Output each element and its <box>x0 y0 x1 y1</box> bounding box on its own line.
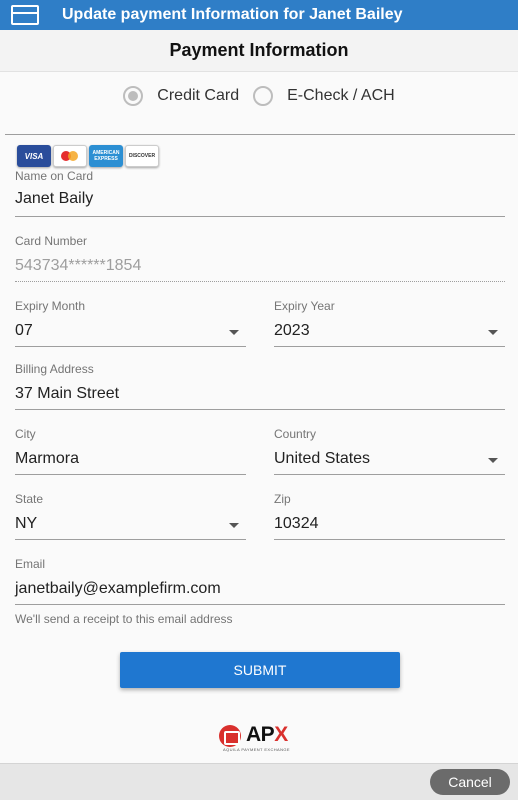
echeck-option[interactable]: E-Check / ACH <box>253 86 395 106</box>
title-bar: Update payment Information for Janet Bai… <box>0 0 518 30</box>
chevron-down-icon[interactable] <box>488 458 498 463</box>
email-label: Email <box>15 557 46 571</box>
card-number-field: Card Number 543734******1854 <box>15 234 505 282</box>
expiry-year-label: Expiry Year <box>274 299 335 313</box>
zip-field[interactable]: Zip 10324 <box>274 492 505 540</box>
zip-label: Zip <box>274 492 291 506</box>
country-select[interactable]: Country United States <box>274 427 505 475</box>
page-title: Payment Information <box>169 40 349 60</box>
email-field[interactable]: Email janetbaily@examplefirm.com <box>15 557 505 605</box>
echeck-radio[interactable] <box>253 86 274 106</box>
page-header: Payment Information <box>0 30 518 72</box>
submit-button[interactable]: SUBMIT <box>120 652 400 688</box>
country-value[interactable]: United States <box>274 450 505 472</box>
chevron-down-icon[interactable] <box>488 330 498 335</box>
discover-logo-icon: DISCOVER <box>125 145 159 167</box>
window-title: Update payment Information for Janet Bai… <box>62 6 403 23</box>
name-on-card-input[interactable]: Janet Baily <box>15 190 505 212</box>
credit-card-radio[interactable] <box>123 86 144 106</box>
expiry-month-select[interactable]: Expiry Month 07 <box>15 299 246 347</box>
apx-logo-tagline: AQUILA PAYMENT EXCHANGE <box>223 747 290 752</box>
payment-type-selector: Credit Card E-Check / ACH <box>0 86 518 106</box>
email-input[interactable]: janetbaily@examplefirm.com <box>15 580 505 602</box>
card-number-input: 543734******1854 <box>15 257 142 274</box>
apx-mark-icon <box>219 725 241 747</box>
state-label: State <box>15 492 44 506</box>
credit-card-option[interactable]: Credit Card <box>123 86 239 106</box>
email-hint: We'll send a receipt to this email addre… <box>15 612 233 626</box>
billing-address-field[interactable]: Billing Address 37 Main Street <box>15 362 505 410</box>
city-label: City <box>15 427 36 441</box>
city-input[interactable]: Marmora <box>15 450 246 472</box>
chevron-down-icon[interactable] <box>229 523 239 528</box>
name-on-card-field[interactable]: Name on Card Janet Baily <box>15 169 505 217</box>
expiry-month-label: Expiry Month <box>15 299 86 313</box>
divider <box>5 134 515 135</box>
billing-address-label: Billing Address <box>15 362 94 376</box>
accepted-cards: VISA AMERICAN EXPRESS DISCOVER <box>17 145 159 167</box>
state-value[interactable]: NY <box>15 515 246 537</box>
city-field[interactable]: City Marmora <box>15 427 246 475</box>
credit-card-label[interactable]: Credit Card <box>157 87 239 105</box>
zip-input[interactable]: 10324 <box>274 515 505 537</box>
footer-bar: Cancel <box>0 763 518 800</box>
cancel-button[interactable]: Cancel <box>430 769 510 795</box>
chevron-down-icon[interactable] <box>229 330 239 335</box>
mastercard-logo-icon <box>53 145 87 167</box>
card-number-label: Card Number <box>15 234 88 248</box>
expiry-year-select[interactable]: Expiry Year 2023 <box>274 299 505 347</box>
expiry-year-value[interactable]: 2023 <box>274 322 505 344</box>
name-on-card-label: Name on Card <box>15 169 94 183</box>
apx-logo: APX AQUILA PAYMENT EXCHANGE <box>219 723 301 753</box>
billing-address-input[interactable]: 37 Main Street <box>15 385 505 407</box>
window-icon[interactable] <box>11 5 39 25</box>
apx-logo-text: APX <box>246 723 288 746</box>
state-select[interactable]: State NY <box>15 492 246 540</box>
visa-logo-icon: VISA <box>17 145 51 167</box>
amex-logo-icon: AMERICAN EXPRESS <box>89 145 123 167</box>
expiry-month-value[interactable]: 07 <box>15 322 246 344</box>
country-label: Country <box>274 427 317 441</box>
echeck-label[interactable]: E-Check / ACH <box>287 87 395 105</box>
